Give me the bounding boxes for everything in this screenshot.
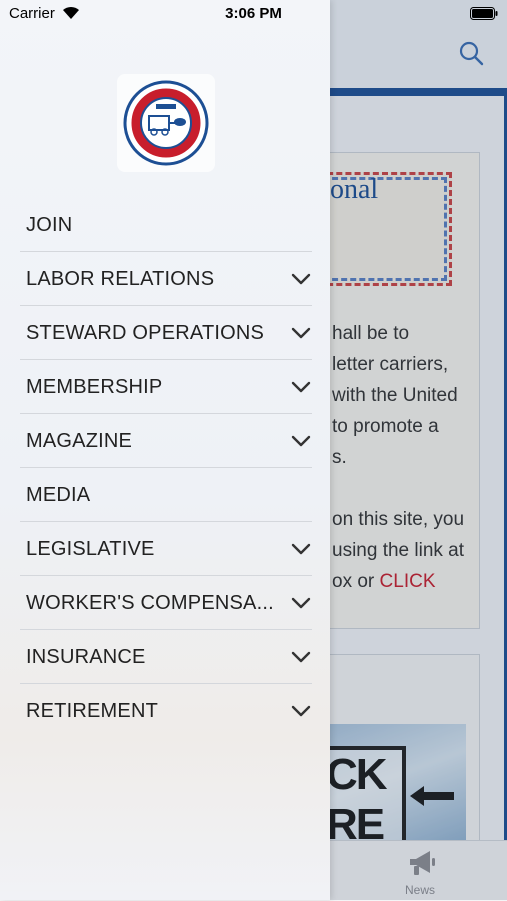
chevron-down-icon[interactable]	[291, 705, 311, 717]
chevron-down-icon[interactable]	[291, 381, 311, 393]
menu-item-workers-compensation[interactable]: WORKER'S COMPENSA...	[20, 576, 312, 630]
menu-item-membership[interactable]: MEMBERSHIP	[20, 360, 312, 414]
menu-item-insurance[interactable]: INSURANCE	[20, 630, 312, 684]
logo-tile	[117, 74, 215, 172]
menu-item-labor-relations[interactable]: LABOR RELATIONS	[20, 252, 312, 306]
chevron-down-icon[interactable]	[291, 651, 311, 663]
menu-item-label: MAGAZINE	[26, 430, 133, 452]
chevron-down-icon[interactable]	[291, 597, 311, 609]
menu-item-steward-operations[interactable]: STEWARD OPERATIONS	[20, 306, 312, 360]
battery-icon	[470, 7, 498, 20]
status-bar: Carrier 3:06 PM	[0, 0, 507, 28]
menu-item-label: MEMBERSHIP	[26, 376, 163, 398]
menu-item-legislative[interactable]: LEGISLATIVE	[20, 522, 312, 576]
menu-item-media[interactable]: MEDIA	[20, 468, 312, 522]
menu-item-label: LABOR RELATIONS	[26, 268, 215, 290]
chevron-down-icon[interactable]	[291, 435, 311, 447]
menu-item-magazine[interactable]: MAGAZINE	[20, 414, 312, 468]
chevron-down-icon[interactable]	[291, 327, 311, 339]
menu-item-label: JOIN	[26, 214, 73, 236]
menu-item-label: INSURANCE	[26, 646, 146, 668]
overlay-dim[interactable]	[330, 0, 507, 900]
menu-item-label: WORKER'S COMPENSA...	[26, 592, 274, 614]
menu-item-label: MEDIA	[26, 484, 91, 506]
chevron-down-icon[interactable]	[291, 273, 311, 285]
menu-item-label: STEWARD OPERATIONS	[26, 322, 265, 344]
status-time: 3:06 PM	[225, 5, 282, 22]
menu-item-label: RETIREMENT	[26, 700, 158, 722]
menu-item-retirement[interactable]: RETIREMENT	[20, 684, 312, 737]
chevron-down-icon[interactable]	[291, 543, 311, 555]
menu-item-label: LEGISLATIVE	[26, 538, 155, 560]
nrlca-logo-icon	[123, 80, 209, 166]
side-drawer: JOIN LABOR RELATIONS STEWARD OPERATIONS …	[0, 0, 330, 900]
menu-item-join[interactable]: JOIN	[20, 198, 312, 252]
drawer-menu: JOIN LABOR RELATIONS STEWARD OPERATIONS …	[20, 198, 312, 737]
